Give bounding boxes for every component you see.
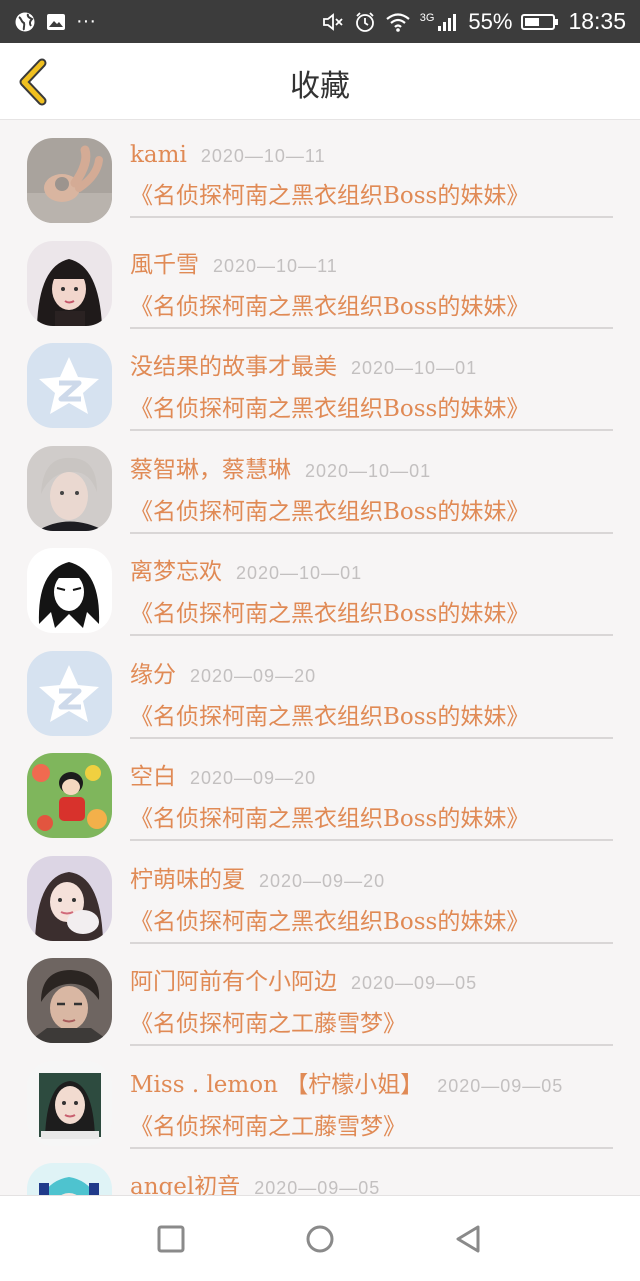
favorite-meta: 缘分 2020—09—20 [130,655,613,689]
favorite-date: 2020—09—20 [259,870,386,891]
avatar[interactable] [27,1163,112,1195]
favorite-meta: angel初音 2020—09—05 [130,1167,613,1195]
avatar[interactable] [27,1060,112,1146]
favorite-date: 2020—10—01 [351,358,478,378]
favorite-meta: 阿门阿前有个小阿边 2020—09—05 [130,962,613,996]
favorite-text: 没结果的故事才最美 2020—10—01 《名侦探柯南之黑衣组织Boss的妹妹》 [130,347,613,431]
favorite-item[interactable]: 缘分 2020—09—20 《名侦探柯南之黑衣组织Boss的妹妹》 [0,633,640,739]
favorite-text: Miss . lemon 【柠檬小姐】 2020—09—05 《名侦探柯南之工藤雪梦… [130,1065,613,1149]
favorite-date: 2020—10—01 [305,460,432,481]
signal-icon [438,13,457,31]
username[interactable]: 阿门阿前有个小阿边 [130,962,337,996]
favorite-text: 柠萌味的夏 2020—09—20 《名侦探柯南之黑衣组织Boss的妹妹》 [130,860,613,944]
favorite-meta: 蔡智琳，蔡慧琳 2020—10—01 [130,450,613,484]
favorite-text: 离梦忘欢 2020—10—01 《名侦探柯南之黑衣组织Boss的妹妹》 [130,552,613,636]
favorites-list: kami 2020—10—11 《名侦探柯南之黑衣组织Boss的妹妹》 風千雪 2020… [0,120,640,1195]
alarm-icon [355,11,374,32]
back-triangle-icon[interactable] [451,1222,485,1256]
favorite-date: 2020—10—11 [200,146,326,166]
avatar[interactable] [27,855,112,941]
username[interactable]: Miss . lemon 【柠檬小姐】 [130,1065,423,1099]
book-title[interactable]: 《名侦探柯南之黑衣组织Boss的妹妹》 [130,492,613,534]
favorite-text: kami 2020—10—11 《名侦探柯南之黑衣组织Boss的妹妹》 [130,142,613,218]
favorite-meta: 空白 2020—09—20 [130,757,613,791]
avatar[interactable] [27,650,112,736]
favorite-item[interactable]: 阿门阿前有个小阿边 2020—09—05 《名侦探柯南之工藤雪梦》 [0,940,640,1046]
favorite-item[interactable]: angel初音 2020—09—05 [0,1145,640,1195]
avatar[interactable] [27,548,112,633]
favorite-text: 空白 2020—09—20 《名侦探柯南之黑衣组织Boss的妹妹》 [130,757,613,841]
battery-percent: 55% [468,8,513,34]
book-title[interactable]: 《名侦探柯南之黑衣组织Boss的妹妹》 [130,389,613,431]
favorite-meta: kami 2020—10—11 [130,142,613,168]
favorite-text: 蔡智琳，蔡慧琳 2020—10—01 《名侦探柯南之黑衣组织Boss的妹妹》 [130,450,613,534]
book-title[interactable]: 《名侦探柯南之工藤雪梦》 [130,1107,613,1149]
image-icon [47,13,65,30]
username[interactable]: 缘分 [130,655,176,689]
username[interactable]: angel初音 [130,1167,240,1195]
username[interactable]: kami [130,142,187,168]
username[interactable]: 風千雪 [130,245,199,279]
page-title: 收藏 [290,69,350,104]
username[interactable]: 蔡智琳，蔡慧琳 [130,450,291,484]
favorite-meta: 没结果的故事才最美 2020—10—01 [130,347,613,381]
book-title[interactable]: 《名侦探柯南之黑衣组织Boss的妹妹》 [130,697,613,739]
recents-square-icon[interactable] [154,1222,188,1256]
favorite-meta: 离梦忘欢 2020—10—01 [130,552,613,586]
favorite-item[interactable]: 离梦忘欢 2020—10—01 《名侦探柯南之黑衣组织Boss的妹妹》 [0,530,640,636]
username[interactable]: 离梦忘欢 [130,552,222,586]
favorite-date: 2020—09—20 [190,768,317,788]
avatar[interactable] [27,240,112,326]
favorite-item[interactable]: kami 2020—10—11 《名侦探柯南之黑衣组织Boss的妹妹》 [0,120,640,223]
favorite-item[interactable]: 風千雪 2020—10—11 《名侦探柯南之黑衣组织Boss的妹妹》 [0,223,640,329]
book-title[interactable]: 《名侦探柯南之黑衣组织Boss的妹妹》 [130,902,613,944]
avatar[interactable] [27,445,112,531]
username[interactable]: 柠萌味的夏 [130,860,245,894]
favorite-text: 風千雪 2020—10—11 《名侦探柯南之黑衣组织Boss的妹妹》 [130,245,613,329]
favorite-item[interactable]: 柠萌味的夏 2020—09—20 《名侦探柯南之黑衣组织Boss的妹妹》 [0,838,640,944]
favorite-date: 2020—09—05 [437,1075,564,1096]
favorite-item[interactable]: Miss . lemon 【柠檬小姐】 2020—09—05 《名侦探柯南之工藤雪梦… [0,1043,640,1149]
wifi-icon [386,12,410,32]
avatar[interactable] [27,753,112,838]
battery-icon [521,13,559,30]
book-title[interactable]: 《名侦探柯南之黑衣组织Boss的妹妹》 [130,287,613,329]
avatar[interactable] [27,343,112,428]
book-title[interactable]: 《名侦探柯南之黑衣组织Boss的妹妹》 [130,594,613,636]
favorite-meta: 風千雪 2020—10—11 [130,245,613,279]
favorite-meta: Miss . lemon 【柠檬小姐】 2020—09—05 [130,1065,613,1099]
favorite-text: angel初音 2020—09—05 [130,1167,613,1195]
avatar[interactable] [27,138,112,223]
system-nav-bar [0,1195,640,1281]
book-title[interactable]: 《名侦探柯南之黑衣组织Boss的妹妹》 [130,799,613,841]
favorite-text: 阿门阿前有个小阿边 2020—09—05 《名侦探柯南之工藤雪梦》 [130,962,613,1046]
book-title[interactable]: 《名侦探柯南之工藤雪梦》 [130,1004,613,1046]
network-type: 3G [419,12,435,24]
home-circle-icon[interactable] [303,1222,337,1256]
favorite-date: 2020—10—01 [236,563,363,583]
favorite-meta: 柠萌味的夏 2020—09—20 [130,860,613,894]
header: 收藏 [0,43,640,120]
avatar[interactable] [27,958,112,1043]
favorite-date: 2020—10—11 [213,255,338,276]
favorite-item[interactable]: 空白 2020—09—20 《名侦探柯南之黑衣组织Boss的妹妹》 [0,735,640,841]
favorite-date: 2020—09—20 [190,665,317,686]
status-bar: ··· 3G 55% 18:35 [0,0,640,43]
favorite-text: 缘分 2020—09—20 《名侦探柯南之黑衣组织Boss的妹妹》 [130,655,613,739]
username[interactable]: 没结果的故事才最美 [130,347,337,381]
globe-icon [15,12,35,31]
favorite-date: 2020—09—05 [351,973,478,993]
mute-icon [322,12,343,31]
favorite-date: 2020—09—05 [254,1178,381,1195]
favorite-item[interactable]: 没结果的故事才最美 2020—10—01 《名侦探柯南之黑衣组织Boss的妹妹》 [0,325,640,431]
clock: 18:35 [568,8,626,34]
book-title[interactable]: 《名侦探柯南之黑衣组织Boss的妹妹》 [130,176,613,218]
username[interactable]: 空白 [130,757,176,791]
favorite-item[interactable]: 蔡智琳，蔡慧琳 2020—10—01 《名侦探柯南之黑衣组织Boss的妹妹》 [0,428,640,534]
more-dots-icon: ··· [76,10,96,32]
